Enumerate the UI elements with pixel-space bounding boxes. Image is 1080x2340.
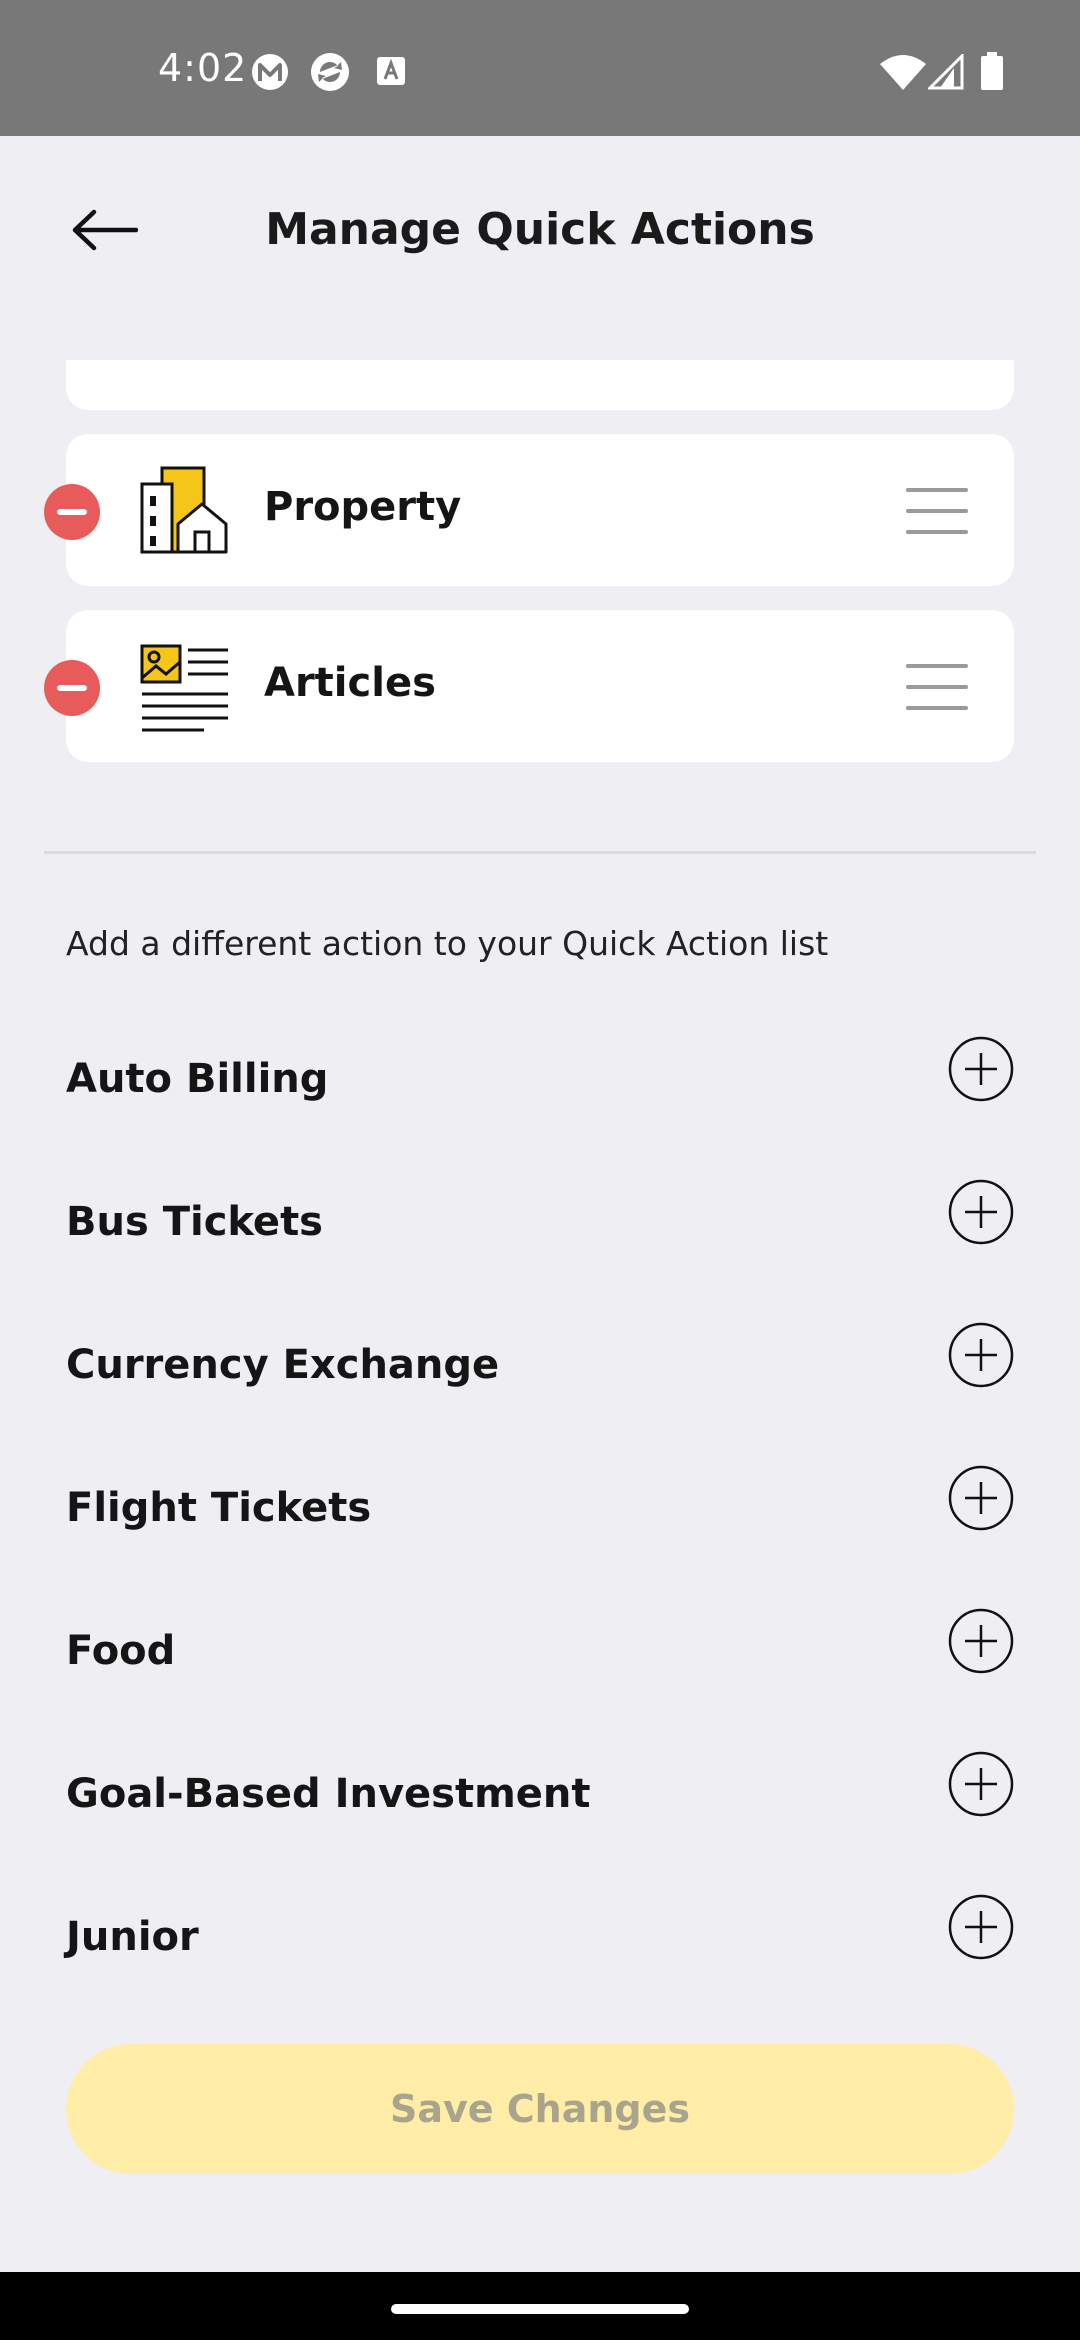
page-title: Manage Quick Actions — [265, 204, 815, 255]
selected-action-card-property[interactable]: Property — [66, 434, 1014, 586]
remove-articles-button[interactable] — [44, 660, 100, 716]
add-action-row-flight-tickets[interactable]: Flight Tickets — [66, 1465, 1014, 1555]
add-circle-icon[interactable] — [948, 1465, 1014, 1531]
action-label: Auto Billing — [66, 1056, 329, 1102]
m-logo-icon — [252, 54, 288, 90]
battery-icon — [981, 52, 1003, 90]
add-action-row-bus-tickets[interactable]: Bus Tickets — [66, 1179, 1014, 1269]
selected-action-card-partial[interactable] — [66, 360, 1014, 410]
selected-action-card-articles[interactable]: Articles — [66, 610, 1014, 762]
header: Manage Quick Actions — [0, 136, 1080, 326]
add-circle-icon[interactable] — [948, 1322, 1014, 1388]
status-bar: 4:02 — [0, 0, 1080, 136]
add-action-hint: Add a different action to your Quick Act… — [66, 924, 829, 963]
action-label: Flight Tickets — [66, 1485, 372, 1531]
add-action-row-goal-based-investment[interactable]: Goal-Based Investment — [66, 1751, 1014, 1841]
drag-handle[interactable] — [906, 488, 968, 534]
section-divider — [44, 851, 1036, 854]
drag-handle[interactable] — [906, 664, 968, 710]
home-gesture-handle[interactable] — [391, 2304, 689, 2314]
action-label: Junior — [66, 1914, 199, 1960]
add-action-row-food[interactable]: Food — [66, 1608, 1014, 1698]
add-circle-icon[interactable] — [948, 1751, 1014, 1817]
action-label: Currency Exchange — [66, 1342, 500, 1388]
add-action-row-junior[interactable]: Junior — [66, 1894, 1014, 1984]
save-changes-button[interactable]: Save Changes — [66, 2044, 1014, 2174]
status-time: 4:02 — [158, 46, 248, 90]
remove-property-button[interactable] — [44, 484, 100, 540]
add-circle-icon[interactable] — [948, 1179, 1014, 1245]
selected-action-label: Articles — [264, 660, 436, 706]
add-action-row-auto-billing[interactable]: Auto Billing — [66, 1036, 1014, 1126]
action-label: Bus Tickets — [66, 1199, 323, 1245]
action-label: Goal-Based Investment — [66, 1771, 591, 1817]
add-action-row-currency-exchange[interactable]: Currency Exchange — [66, 1322, 1014, 1412]
add-circle-icon[interactable] — [948, 1036, 1014, 1102]
sync-icon — [311, 53, 349, 91]
a-badge-icon — [377, 57, 405, 85]
selected-action-label: Property — [264, 484, 462, 530]
action-label: Food — [66, 1628, 176, 1674]
property-building-icon — [140, 466, 228, 554]
wifi-icon — [880, 55, 926, 90]
navigation-bar — [0, 2272, 1080, 2340]
articles-newspaper-icon — [140, 644, 228, 732]
manage-quick-actions-screen: 4:02 Manage Quick Actions Property Artic… — [0, 0, 1080, 2340]
signal-icon — [928, 54, 964, 90]
add-circle-icon[interactable] — [948, 1608, 1014, 1674]
add-circle-icon[interactable] — [948, 1894, 1014, 1960]
